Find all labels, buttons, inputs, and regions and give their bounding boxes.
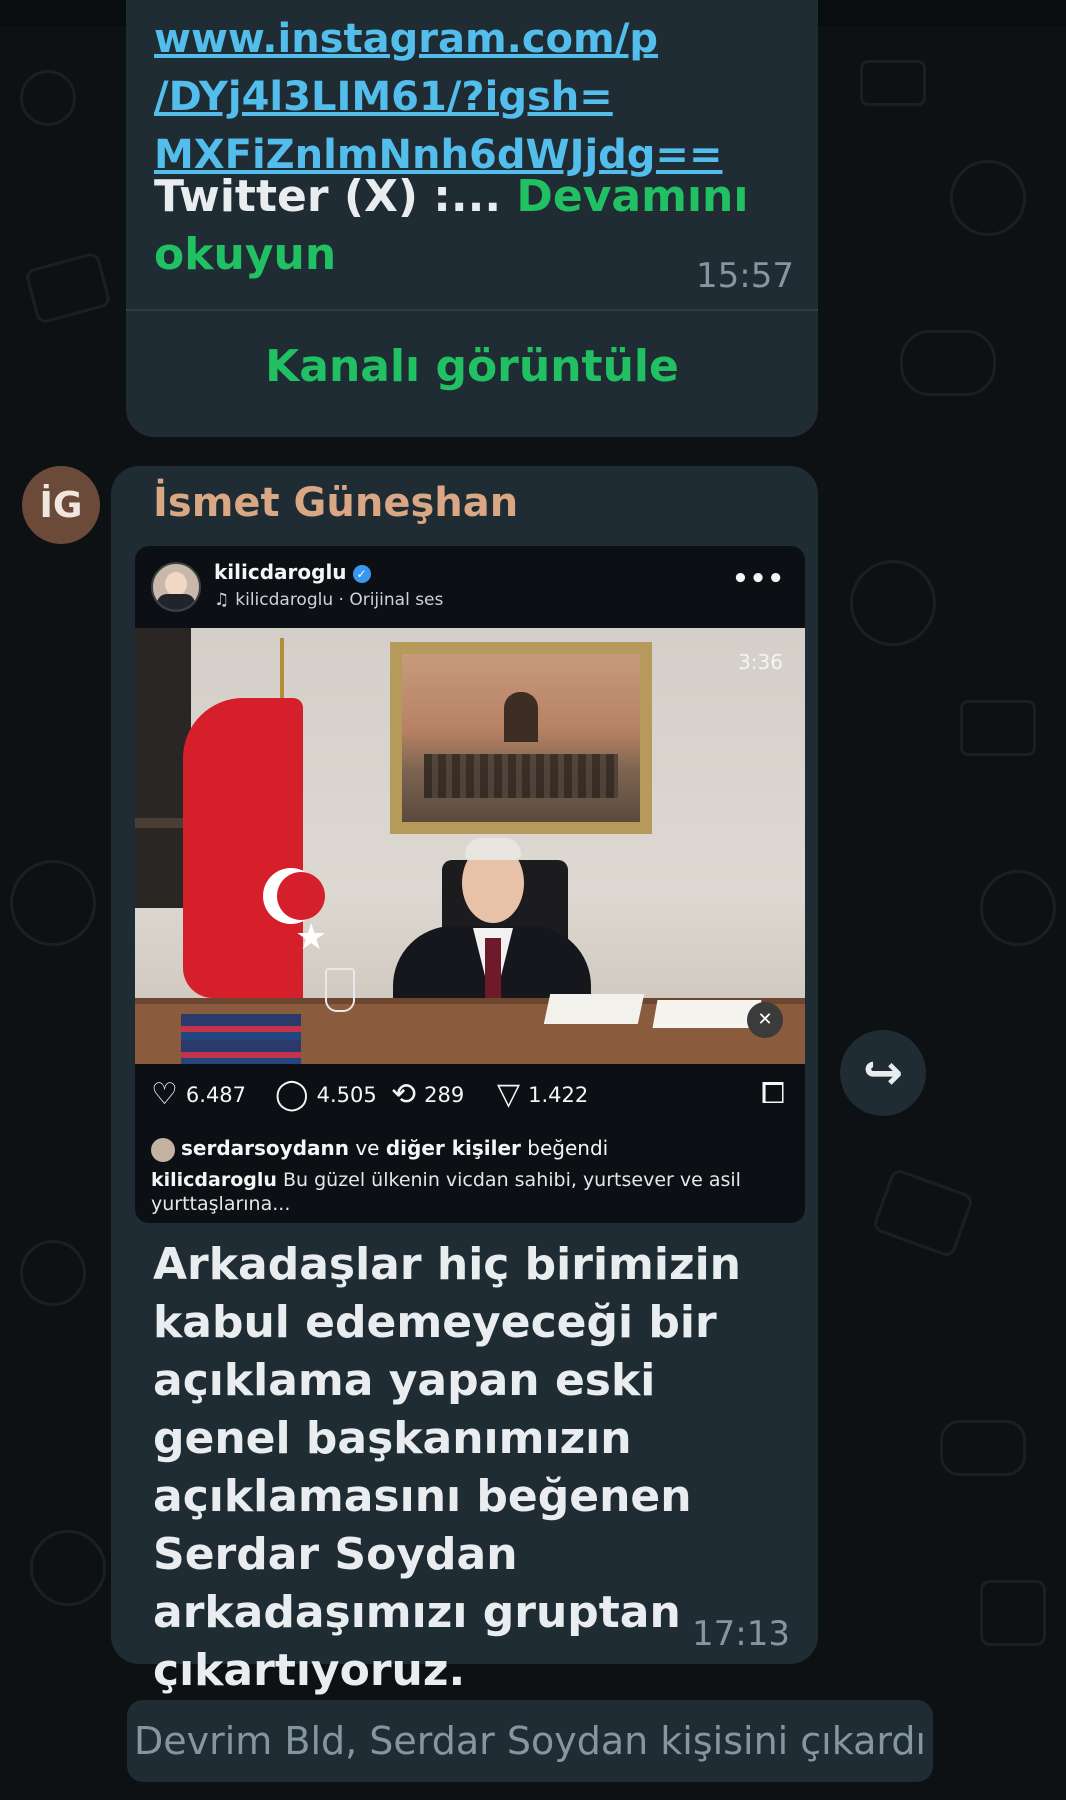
view-channel-button[interactable]: Kanalı görüntüle <box>126 341 818 392</box>
share-icon: ▽ <box>497 1077 521 1112</box>
heart-icon: ♡ <box>151 1077 178 1112</box>
mute-icon[interactable]: ✕ <box>747 1002 783 1038</box>
liked-by-line[interactable]: serdarsoydann ve diğer kişiler beğendi <box>151 1136 608 1162</box>
more-options-icon[interactable]: ••• <box>732 564 785 594</box>
message-time: 17:13 <box>692 1614 790 1654</box>
instagram-username-text: kilicdaroglu <box>214 560 347 584</box>
link-line[interactable]: /DYj4l3LIM61/?igsh= <box>154 68 794 126</box>
caption-username[interactable]: kilicdaroglu <box>151 1169 277 1191</box>
message-text: Arkadaşlar hiç birimizin kabul edemeyece… <box>153 1239 741 1696</box>
instagram-action-bar: ♡ 6.487 ◯ 4.505 ⟲ 289 ▽ 1.422 ⧠ <box>151 1076 791 1116</box>
message-bubble[interactable]: İsmet Güneşhan kilicdaroglu ✓ ♫ kilicdarog… <box>111 466 818 1696</box>
liker-avatar <box>151 1137 175 1162</box>
repost-icon: ⟲ <box>391 1077 417 1112</box>
instagram-link[interactable]: www.instagram.com/p /DYj4l3LIM61/?igsh= … <box>154 10 794 184</box>
instagram-audio-line[interactable]: ♫ kilicdaroglu · Orijinal ses <box>214 590 443 610</box>
liked-by-mid: ve <box>355 1136 380 1160</box>
channel-message-bubble[interactable]: www.instagram.com/p /DYj4l3LIM61/?igsh= … <box>126 0 818 437</box>
liked-by-others[interactable]: diğer kişiler <box>386 1136 521 1160</box>
instagram-embed-card[interactable]: kilicdaroglu ✓ ♫ kilicdaroglu · Orijinal s… <box>135 546 805 1223</box>
liker-username[interactable]: serdarsoydann <box>181 1136 349 1160</box>
video-duration: 3:36 <box>738 650 783 674</box>
repost-action[interactable]: ⟲ 289 <box>391 1080 464 1110</box>
video-thumbnail[interactable]: ★ 3:36 ✕ <box>135 628 805 1064</box>
instagram-avatar[interactable] <box>151 562 201 612</box>
bookmark-icon[interactable]: ⧠ <box>761 1076 785 1111</box>
turkish-flag: ★ <box>183 698 327 998</box>
like-action[interactable]: ♡ 6.487 <box>151 1080 246 1110</box>
instagram-username[interactable]: kilicdaroglu ✓ <box>214 560 371 584</box>
twitter-text: Twitter (X) :... <box>154 171 502 222</box>
link-line[interactable]: www.instagram.com/p <box>154 10 794 68</box>
liked-by-end: beğendi <box>527 1136 609 1160</box>
comment-count: 4.505 <box>316 1083 377 1107</box>
instagram-post-header: kilicdaroglu ✓ ♫ kilicdaroglu · Orijinal s… <box>135 546 805 628</box>
sender-avatar[interactable]: İG <box>22 466 100 544</box>
share-action[interactable]: ▽ 1.422 <box>497 1080 588 1110</box>
comment-icon: ◯ <box>275 1077 309 1112</box>
audio-label: kilicdaroglu · Orijinal ses <box>235 590 444 610</box>
music-note-icon: ♫ <box>214 590 230 610</box>
twitter-line: Twitter (X) :... Devamını okuyun <box>154 168 774 284</box>
forward-icon[interactable]: ↪ <box>840 1030 926 1116</box>
comment-action[interactable]: ◯ 4.505 <box>275 1080 377 1110</box>
system-notice: Devrim Bld, Serdar Soydan kişisini çıkar… <box>127 1700 933 1782</box>
divider <box>126 309 818 311</box>
sender-name[interactable]: İsmet Güneşhan <box>153 480 518 526</box>
post-caption[interactable]: kilicdaroglu Bu güzel ülkenin vicdan sah… <box>151 1168 791 1216</box>
verified-badge-icon: ✓ <box>352 564 371 583</box>
share-count: 1.422 <box>528 1083 589 1107</box>
repost-count: 289 <box>424 1083 465 1107</box>
like-count: 6.487 <box>185 1083 247 1107</box>
message-time: 15:57 <box>696 256 794 296</box>
wall-painting <box>390 642 652 834</box>
